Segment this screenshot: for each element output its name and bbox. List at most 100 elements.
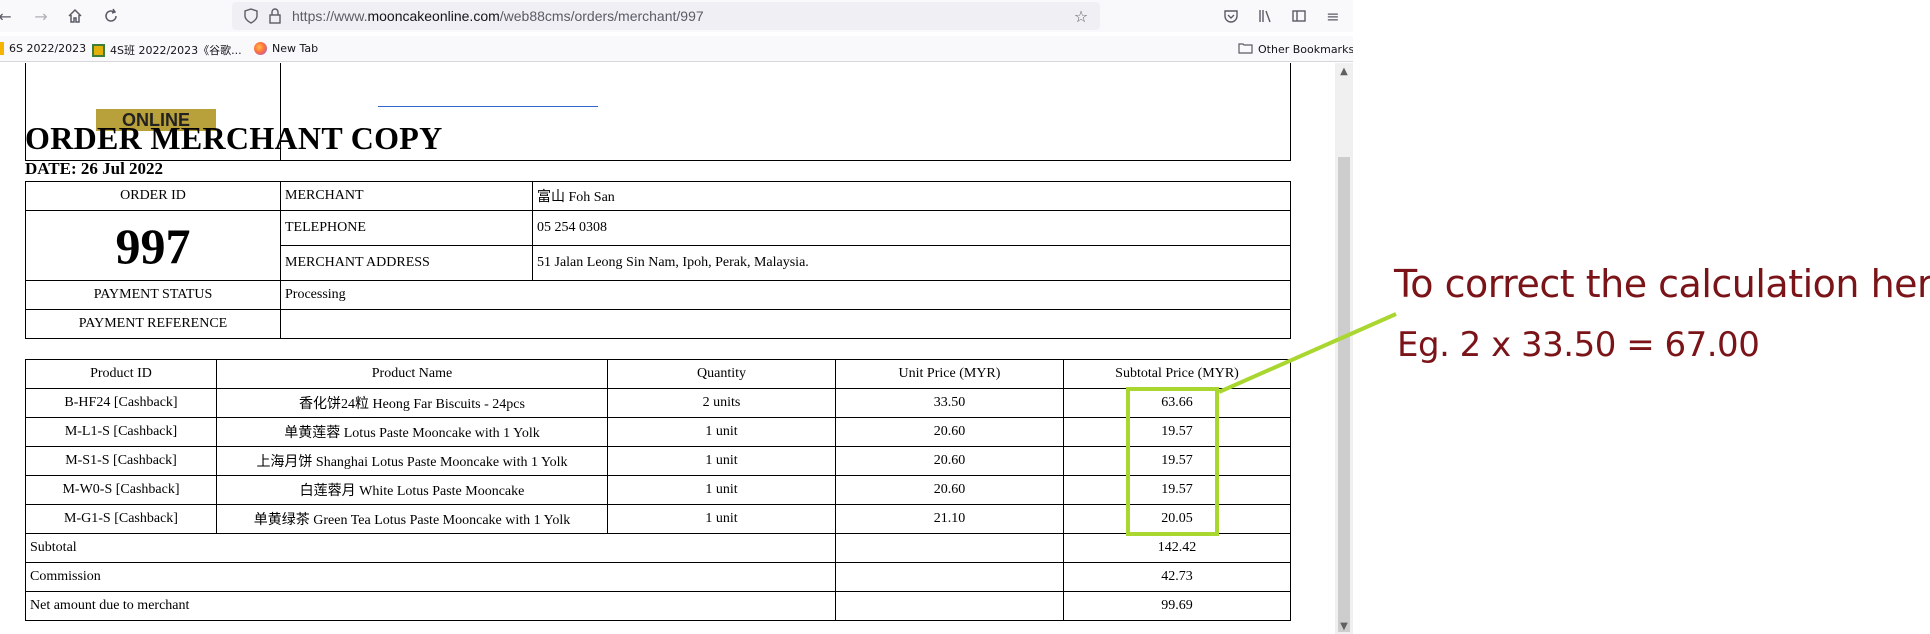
commission-label: Commission — [25, 562, 836, 592]
browser-window: ← → https://www.mooncakeonline.com/web88… — [0, 0, 1353, 634]
bookmark-label: New Tab — [272, 42, 319, 55]
pocket-icon[interactable] — [1220, 5, 1242, 27]
product-subtotal: 20.05 — [1063, 504, 1291, 534]
tracking-shield-icon[interactable] — [240, 5, 262, 27]
product-unit-price: 20.60 — [835, 446, 1064, 476]
product-name: 单黄莲蓉 Lotus Paste Mooncake with 1 Yolk — [216, 417, 608, 447]
subtotal-label: Subtotal — [25, 533, 836, 563]
bookmark-label: 6S 2022/2023 — [9, 42, 87, 55]
net-amount-row: Net amount due to merchant 99.69 — [25, 591, 1291, 621]
product-subtotal: 63.66 — [1063, 388, 1291, 418]
product-name: 单黄绿茶 Green Tea Lotus Paste Mooncake with… — [216, 504, 608, 534]
merchant-value: 富山 Foh San — [532, 181, 1291, 211]
page-title: ORDER MERCHANT COPY — [25, 120, 443, 156]
net-amount-value: 99.69 — [1063, 591, 1291, 621]
address-label: MERCHANT ADDRESS — [280, 245, 533, 281]
col-unit-price: Unit Price (MYR) — [835, 359, 1064, 389]
scroll-up-icon[interactable]: ▲ — [1335, 63, 1353, 79]
product-id: M-W0-S [Cashback] — [25, 475, 217, 505]
address-value: 51 Jalan Leong Sin Nam, Ipoh, Perak, Mal… — [532, 245, 1291, 281]
product-qty: 1 unit — [607, 446, 836, 476]
url-bar[interactable]: https://www.mooncakeonline.com/web88cms/… — [232, 2, 1100, 30]
table-row: M-G1-S [Cashback] 单黄绿茶 Green Tea Lotus P… — [25, 504, 1291, 534]
home-icon[interactable] — [64, 5, 86, 27]
page-content: ONLINE ORDER MERCHANT COPY DATE: 26 Jul … — [0, 63, 1335, 634]
order-id-value: 997 — [25, 210, 281, 281]
commission-empty — [835, 562, 1064, 592]
product-unit-price: 20.60 — [835, 417, 1064, 447]
library-icon[interactable] — [1254, 5, 1276, 27]
browser-toolbar: ← → https://www.mooncakeonline.com/web88… — [0, 0, 1353, 32]
product-id: M-L1-S [Cashback] — [25, 417, 217, 447]
bookmark-label: 4S班 2022/2023《谷歌... — [110, 44, 242, 57]
scroll-thumb[interactable] — [1338, 157, 1350, 632]
table-row: M-L1-S [Cashback] 单黄莲蓉 Lotus Paste Moonc… — [25, 417, 1291, 447]
product-unit-price: 20.60 — [835, 475, 1064, 505]
annotation-text-line2: Eg. 2 x 33.50 = 67.00 — [1397, 325, 1760, 365]
product-qty: 1 unit — [607, 417, 836, 447]
product-id: M-G1-S [Cashback] — [25, 504, 217, 534]
payment-reference-label: PAYMENT REFERENCE — [25, 309, 281, 339]
payment-reference-value — [280, 309, 1291, 339]
product-subtotal: 19.57 — [1063, 446, 1291, 476]
products-header-row: Product ID Product Name Quantity Unit Pr… — [25, 359, 1291, 389]
sidebar-icon[interactable] — [1288, 5, 1310, 27]
classroom-icon — [92, 43, 105, 57]
subtotal-empty — [835, 533, 1064, 563]
col-product-id: Product ID — [25, 359, 217, 389]
net-amount-label: Net amount due to merchant — [25, 591, 836, 621]
product-name: 上海月饼 Shanghai Lotus Paste Mooncake with … — [216, 446, 608, 476]
product-qty: 2 units — [607, 388, 836, 418]
col-subtotal-price: Subtotal Price (MYR) — [1063, 359, 1291, 389]
table-row: M-S1-S [Cashback] 上海月饼 Shanghai Lotus Pa… — [25, 446, 1291, 476]
commission-value: 42.73 — [1063, 562, 1291, 592]
product-unit-price: 21.10 — [835, 504, 1064, 534]
other-bookmarks[interactable]: Other Bookmarks — [1238, 42, 1353, 57]
payment-status-label: PAYMENT STATUS — [25, 280, 281, 310]
product-name: 白莲蓉月 White Lotus Paste Mooncake — [216, 475, 608, 505]
header-link-underline — [378, 106, 598, 107]
product-qty: 1 unit — [607, 475, 836, 505]
order-id-label: ORDER ID — [25, 181, 281, 211]
product-id: B-HF24 [Cashback] — [25, 388, 217, 418]
payment-status-value: Processing — [280, 280, 1291, 310]
subtotal-value: 142.42 — [1063, 533, 1291, 563]
merchant-label: MERCHANT — [280, 181, 533, 211]
products-table: Product ID Product Name Quantity Unit Pr… — [25, 359, 1291, 621]
forward-icon[interactable]: → — [30, 5, 52, 27]
bookmark-item[interactable]: New Tab — [254, 42, 318, 55]
telephone-value: 05 254 0308 — [532, 210, 1291, 246]
col-product-name: Product Name — [216, 359, 608, 389]
telephone-label: TELEPHONE — [280, 210, 533, 246]
product-qty: 1 unit — [607, 504, 836, 534]
col-quantity: Quantity — [607, 359, 836, 389]
product-unit-price: 33.50 — [835, 388, 1064, 418]
subtotal-row: Subtotal 142.42 — [25, 533, 1291, 563]
other-bookmarks-label: Other Bookmarks — [1258, 43, 1353, 56]
bookmarks-toolbar: 6S 2022/2023 4S班 2022/2023《谷歌... New Tab… — [0, 36, 1353, 62]
order-info-table: ORDER ID MERCHANT 富山 Foh San 997 TELEPHO… — [25, 181, 1291, 339]
product-subtotal: 19.57 — [1063, 475, 1291, 505]
bookmark-item[interactable]: 6S 2022/2023 — [0, 42, 86, 55]
product-id: M-S1-S [Cashback] — [25, 446, 217, 476]
bookmark-item[interactable]: 4S班 2022/2023《谷歌... — [92, 42, 242, 58]
table-row: M-W0-S [Cashback] 白莲蓉月 White Lotus Paste… — [25, 475, 1291, 505]
net-amount-empty — [835, 591, 1064, 621]
reload-icon[interactable] — [100, 5, 122, 27]
commission-row: Commission 42.73 — [25, 562, 1291, 592]
table-row: B-HF24 [Cashback] 香化饼24粒 Heong Far Biscu… — [25, 388, 1291, 418]
product-subtotal: 19.57 — [1063, 417, 1291, 447]
folder-icon — [1238, 42, 1253, 57]
vertical-scrollbar[interactable]: ▲ ▼ — [1335, 63, 1353, 634]
menu-icon[interactable]: ≡ — [1322, 5, 1344, 27]
bookmark-star-icon[interactable]: ☆ — [1070, 5, 1092, 27]
annotation-text-line1: To correct the calculation here. — [1394, 262, 1930, 306]
order-date: DATE: 26 Jul 2022 — [25, 159, 164, 178]
product-name: 香化饼24粒 Heong Far Biscuits - 24pcs — [216, 388, 608, 418]
scroll-down-icon[interactable]: ▼ — [1335, 618, 1353, 634]
url-text[interactable]: https://www.mooncakeonline.com/web88cms/… — [292, 8, 704, 24]
lock-icon[interactable] — [264, 5, 286, 27]
firefox-icon — [254, 42, 267, 55]
bookmark-folder-icon — [0, 42, 4, 55]
back-icon[interactable]: ← — [0, 5, 16, 27]
